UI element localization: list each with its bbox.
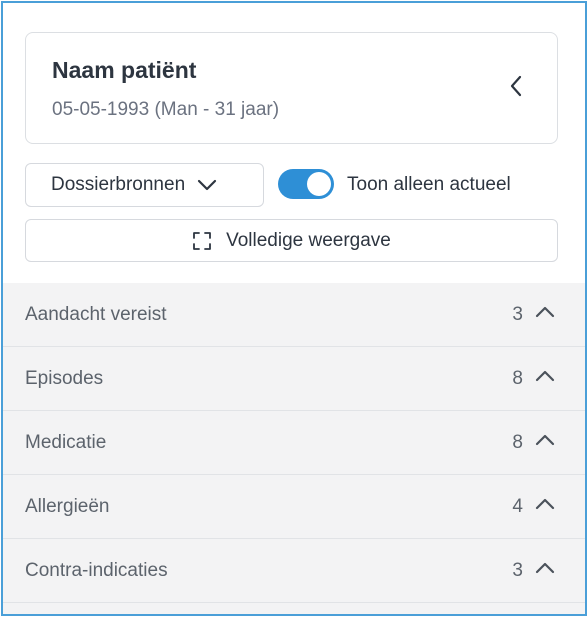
section-allergies[interactable]: Allergieën 4 <box>3 475 585 539</box>
full-view-label: Volledige weergave <box>226 229 391 251</box>
section-count: 4 <box>512 495 523 517</box>
section-label: Medicatie <box>25 431 107 453</box>
section-label: Episodes <box>25 367 104 389</box>
section-label: Aandacht vereist <box>25 303 167 325</box>
patient-details: 05-05-1993 (Man - 31 jaar) <box>52 99 280 120</box>
section-count: 3 <box>512 303 523 325</box>
full-view-button[interactable]: Volledige weergave <box>25 219 558 262</box>
chevron-up-icon[interactable] <box>535 497 555 511</box>
section-label: Allergieën <box>25 495 110 517</box>
section-contraindications[interactable]: Contra-indicaties 3 <box>3 539 585 603</box>
collapse-panel-button[interactable] <box>503 73 529 103</box>
section-count: 8 <box>512 431 523 453</box>
dossier-sources-label: Dossierbronnen <box>51 174 186 195</box>
patient-name: Naam patiënt <box>52 57 197 83</box>
chevron-left-icon <box>509 74 523 103</box>
section-count: 8 <box>512 367 523 389</box>
sections-list: Aandacht vereist 3 Episodes 8 Medicatie … <box>3 283 585 614</box>
section-episodes[interactable]: Episodes 8 <box>3 347 585 411</box>
current-only-label: Toon alleen actueel <box>347 174 511 195</box>
chevron-down-icon <box>197 179 217 191</box>
current-only-toggle[interactable] <box>278 169 334 199</box>
controls-row: Dossierbronnen Toon alleen actueel <box>25 163 558 207</box>
section-medication[interactable]: Medicatie 8 <box>3 411 585 475</box>
chevron-up-icon[interactable] <box>535 561 555 575</box>
chevron-up-icon[interactable] <box>535 433 555 447</box>
section-count: 3 <box>512 559 523 581</box>
patient-card: Naam patiënt 05-05-1993 (Man - 31 jaar) <box>25 32 558 144</box>
section-attention-required[interactable]: Aandacht vereist 3 <box>3 283 585 347</box>
patient-panel: Naam patiënt 05-05-1993 (Man - 31 jaar) … <box>1 1 587 616</box>
chevron-up-icon[interactable] <box>535 305 555 319</box>
toggle-knob <box>307 172 331 196</box>
chevron-up-icon[interactable] <box>535 369 555 383</box>
dossier-sources-dropdown[interactable]: Dossierbronnen <box>25 163 264 207</box>
expand-icon <box>192 231 212 251</box>
section-label: Contra-indicaties <box>25 559 168 581</box>
